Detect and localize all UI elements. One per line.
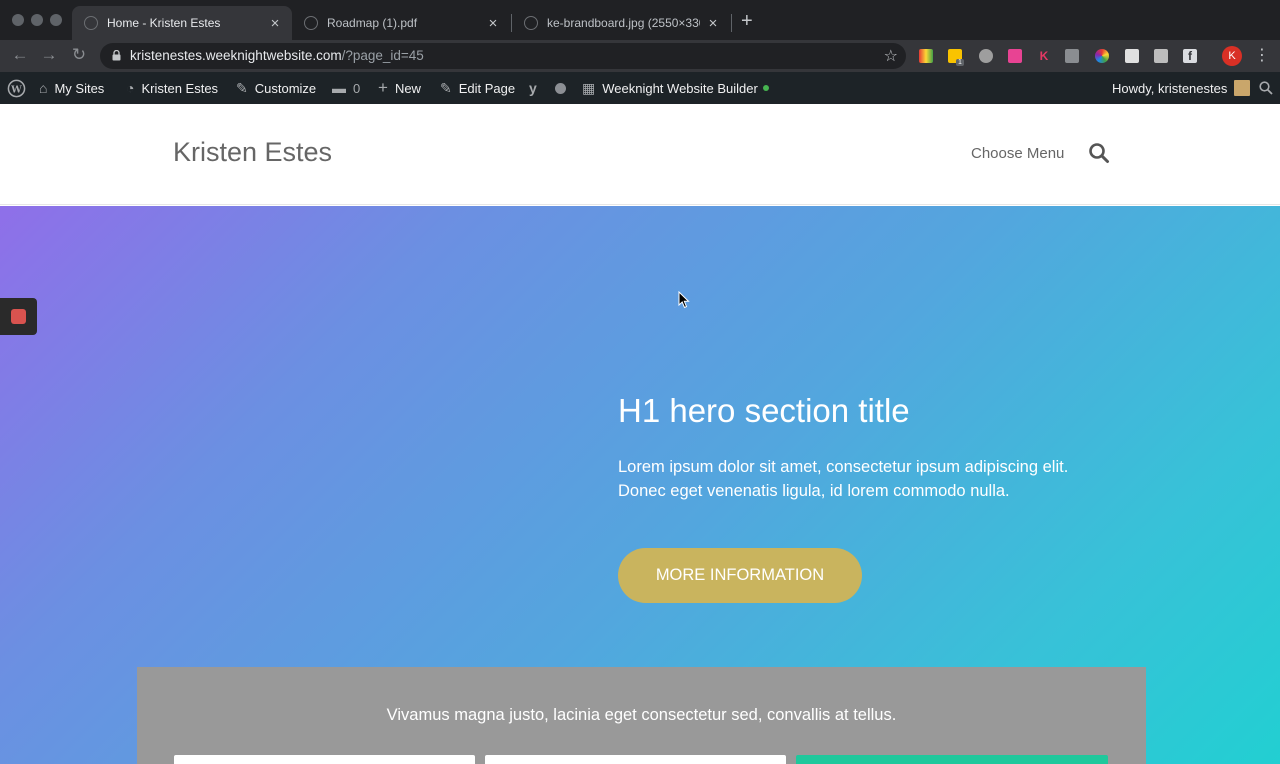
- optin-box: Vivamus magna justo, lacinia eget consec…: [137, 667, 1146, 764]
- tab-roadmap[interactable]: Roadmap (1).pdf ×: [292, 6, 510, 40]
- tab-title: ke-brandboard.jpg (2550×330: [547, 16, 700, 30]
- close-icon[interactable]: ×: [486, 15, 500, 32]
- comment-bubble-icon: ▬: [332, 80, 346, 96]
- mouse-cursor-icon: [678, 291, 690, 309]
- tab-home[interactable]: Home - Kristen Estes ×: [72, 6, 292, 40]
- optin-email-field[interactable]: [485, 755, 786, 764]
- extension-rainbow-icon[interactable]: [919, 49, 933, 63]
- seo-status-dot-icon: [555, 72, 566, 104]
- hero-description: Lorem ipsum dolor sit amet, consectetur …: [618, 458, 1069, 500]
- my-sites-icon: ⌂: [39, 80, 48, 96]
- hero-title: H1 hero section title: [618, 392, 910, 429]
- browser-tab-bar: Home - Kristen Estes × Roadmap (1).pdf ×…: [0, 0, 1280, 40]
- customize-label: Customize: [254, 80, 317, 96]
- extension-badge: 1: [956, 59, 964, 66]
- paintbrush-icon: ✎: [236, 79, 248, 96]
- adminbar-my-sites[interactable]: ⌂ My Sites: [39, 72, 104, 104]
- builder-grid-icon: ▦: [582, 79, 596, 96]
- adminbar-customize[interactable]: ✎ Customize: [236, 72, 316, 104]
- adminbar-weeknight-builder[interactable]: ▦ Weeknight Website Builder: [582, 72, 769, 104]
- browser-toolbar: ← → ↻ kristenestes.weeknightwebsite.com/…: [0, 40, 1280, 72]
- optin-submit-button[interactable]: [796, 755, 1108, 764]
- user-avatar: [1234, 80, 1251, 96]
- reload-icon[interactable]: ↻: [68, 44, 90, 66]
- extension-code-icon[interactable]: [1065, 49, 1079, 63]
- lock-icon: [112, 50, 121, 61]
- choose-menu-link[interactable]: Choose Menu: [971, 145, 1064, 162]
- site-title[interactable]: Kristen Estes: [173, 137, 332, 168]
- url-host: kristenestes.weeknightwebsite.com: [130, 48, 342, 63]
- hero-section: H1 hero section title Lorem ipsum dolor …: [0, 206, 1280, 764]
- close-icon[interactable]: ×: [268, 15, 282, 32]
- tab-title: Home - Kristen Estes: [107, 16, 221, 30]
- url-text: kristenestes.weeknightwebsite.com/?page_…: [130, 48, 424, 63]
- adminbar-my-account[interactable]: Howdy, kristenestes: [1112, 72, 1251, 104]
- close-icon[interactable]: ×: [706, 15, 720, 32]
- extension-facebook-icon[interactable]: f: [1183, 49, 1197, 63]
- wp-admin-bar: W ⌂ My Sites ◔ Kristen Estes ✎ Customize…: [0, 72, 1280, 104]
- dashboard-icon: ◔: [126, 80, 135, 96]
- new-tab-button[interactable]: +: [741, 9, 753, 33]
- adminbar-edit-page[interactable]: ✎ Edit Page: [440, 72, 515, 104]
- adminbar-new[interactable]: + New: [378, 72, 421, 104]
- url-path: /?page_id=45: [341, 48, 424, 63]
- extension-shield-icon[interactable]: [979, 49, 993, 63]
- adminbar-comments[interactable]: ▬ 0: [332, 72, 360, 104]
- window-zoom-dot[interactable]: [50, 14, 62, 26]
- builder-label: Weeknight Website Builder: [602, 80, 758, 96]
- site-header: Kristen Estes Choose Menu: [0, 104, 1280, 205]
- svg-text:W: W: [10, 84, 22, 95]
- window-minimize-dot[interactable]: [31, 14, 43, 26]
- globe-icon: [524, 16, 538, 30]
- howdy-label: Howdy, kristenestes: [1112, 80, 1228, 96]
- optin-text: Vivamus magna justo, lacinia eget consec…: [386, 706, 897, 724]
- more-information-button[interactable]: MORE INFORMATION: [618, 548, 862, 603]
- extension-window-icon[interactable]: [1125, 49, 1139, 63]
- extension-k-icon[interactable]: K: [1037, 49, 1051, 63]
- window-close-dot[interactable]: [12, 14, 24, 26]
- plus-icon: +: [378, 78, 388, 97]
- bookmark-star-icon[interactable]: ☆: [884, 46, 898, 66]
- globe-icon: [84, 16, 98, 30]
- adminbar-search-icon[interactable]: [1259, 72, 1273, 104]
- back-arrow-icon[interactable]: ←: [9, 44, 31, 66]
- tab-brandboard[interactable]: ke-brandboard.jpg (2550×330 ×: [512, 6, 730, 40]
- comments-count: 0: [353, 80, 361, 96]
- address-bar[interactable]: kristenestes.weeknightwebsite.com/?page_…: [100, 43, 906, 69]
- pencil-icon: ✎: [440, 79, 452, 96]
- tab-title: Roadmap (1).pdf: [327, 16, 418, 30]
- record-stop-icon[interactable]: [11, 309, 26, 324]
- my-sites-label: My Sites: [54, 80, 105, 96]
- new-label: New: [394, 80, 421, 96]
- menu-kebab-icon[interactable]: ⋮: [1254, 46, 1270, 66]
- optin-name-field[interactable]: [174, 755, 475, 764]
- wordpress-logo-icon[interactable]: W: [7, 72, 26, 104]
- site-name-label: Kristen Estes: [141, 80, 219, 96]
- edit-page-label: Edit Page: [458, 80, 516, 96]
- adminbar-site-name[interactable]: ◔ Kristen Estes: [126, 72, 218, 104]
- extension-camera-icon[interactable]: [1154, 49, 1168, 63]
- screen-recorder-widget[interactable]: [0, 298, 37, 335]
- search-icon[interactable]: [1088, 142, 1110, 164]
- yoast-seo-icon[interactable]: y: [529, 72, 544, 104]
- extension-calendar-icon[interactable]: [1008, 49, 1022, 63]
- extension-color-wheel-icon[interactable]: [1095, 49, 1109, 63]
- profile-avatar[interactable]: K: [1222, 46, 1242, 66]
- forward-arrow-icon[interactable]: →: [38, 44, 60, 66]
- globe-icon: [304, 16, 318, 30]
- tab-divider: [731, 14, 732, 32]
- status-dot: [762, 85, 769, 91]
